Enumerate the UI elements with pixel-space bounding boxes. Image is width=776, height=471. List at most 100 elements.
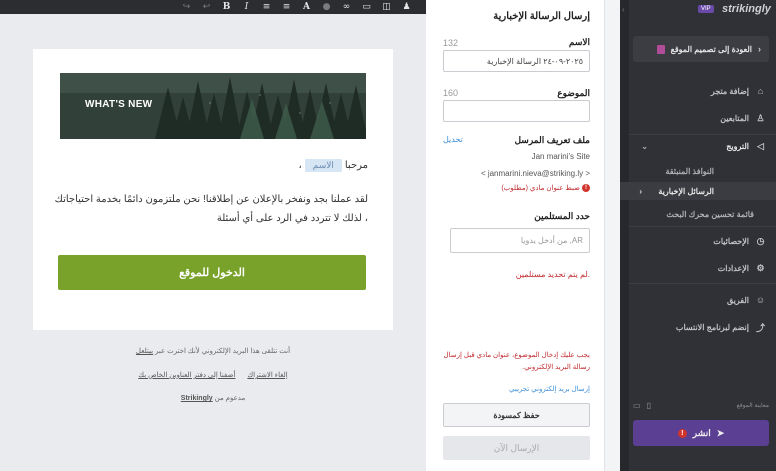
gear-icon: ⚙ xyxy=(756,262,765,273)
send-validation-error: يجب عليك إدخال الموضوع، عنوان مادي قبل إ… xyxy=(443,352,590,371)
italic-icon[interactable]: I xyxy=(241,2,252,12)
send-test-email-link[interactable]: إرسال بريد إلكتروني تجريبي xyxy=(509,385,590,393)
footer-line-3: مدعوم من Strikingly xyxy=(0,394,426,402)
recipients-label: حدد المستلمين xyxy=(534,211,590,221)
address-warning-text: ضبط عنوان مادي (مطلوب) xyxy=(501,185,580,192)
chevron-down-icon: ⌄ xyxy=(641,141,648,151)
back-button-label: العودة إلى تصميم الموقع xyxy=(670,44,752,54)
sender-profile-label: ملف تعريف المرسل xyxy=(514,135,590,145)
back-to-site-design-button[interactable]: ‹ العودة إلى تصميم الموقع xyxy=(633,36,769,62)
recipients-select[interactable]: AR, من أدخل يدويا xyxy=(450,228,590,253)
footer-reason-link[interactable]: بيتلعل xyxy=(136,348,153,355)
strikingly-link[interactable]: Strikingly xyxy=(181,395,213,402)
vip-badge: VIP xyxy=(698,5,714,13)
editor-toolbar: ↪ ↩ B I ≡ ≡ A ● ∞ ▭ ◫ ♟ xyxy=(0,0,426,14)
rocket-icon: ➤ xyxy=(716,427,725,438)
address-warning[interactable]: ! ضبط عنوان مادي (مطلوب) xyxy=(501,184,590,192)
button-icon[interactable]: ▭ xyxy=(361,2,372,12)
powered-by-text: مدعوم من xyxy=(214,395,246,402)
align-center-icon[interactable]: ≡ xyxy=(261,2,272,12)
sidebar-item-seo[interactable]: قائمة تحسين محرك البحث xyxy=(620,205,776,223)
sidebar-divider xyxy=(629,134,776,135)
alert-icon: ! xyxy=(677,428,687,438)
sidebar-item-newsletters[interactable]: ‹ الرسائل الإخبارية xyxy=(620,182,776,200)
sidebar-divider xyxy=(629,283,776,284)
panel-scrollbar[interactable] xyxy=(604,0,620,471)
preview-device-icons: ▭ ▯ xyxy=(633,401,651,410)
email-preview-area: ↪ ↩ B I ≡ ≡ A ● ∞ ▭ ◫ ♟ WHAT'S NEW مرحبا… xyxy=(0,0,426,471)
sidebar-item-add-store[interactable]: ⌂ إضافة متجر xyxy=(620,81,776,101)
person-icon[interactable]: ♟ xyxy=(401,2,412,12)
sidebar-item-label: الرسائل الإخبارية xyxy=(658,186,714,196)
greeting-line[interactable]: مرحبا الاسم ، xyxy=(298,159,368,172)
greeting-comma: ، xyxy=(298,160,302,171)
name-label: الاسم xyxy=(568,37,590,47)
sidebar-item-promotion[interactable]: ◁ الترويج ⌄ xyxy=(620,136,776,156)
sidebar-item-label: الفريق xyxy=(726,295,749,305)
body-line-1: لقد عملنا بجد ونفخر بالإعلان عن إطلاقنا!… xyxy=(54,194,368,205)
banner-image[interactable]: WHAT'S NEW xyxy=(60,73,366,139)
send-now-button[interactable]: الإرسال الآن xyxy=(443,436,590,460)
sender-name: Jan marini's Site xyxy=(531,152,590,161)
name-char-counter: 132 xyxy=(443,38,459,48)
chevron-left-icon: ‹ xyxy=(639,186,642,196)
add-address-link[interactable]: أضفنا إلى دفتر العناوين الخاص بك xyxy=(138,372,235,379)
name-input[interactable]: ٢٠٢٥-٠٩-٢٤ الرسالة الإخبارية xyxy=(443,50,590,72)
sidebar-item-label: المتابعين xyxy=(720,113,749,123)
sidebar-item-label: إنضم لبرنامج الانتساب xyxy=(675,322,749,332)
sidebar-item-team[interactable]: ☺ الفريق xyxy=(620,290,776,310)
circle-icon[interactable]: ● xyxy=(321,2,332,12)
app-window: ↪ ↩ B I ≡ ≡ A ● ∞ ▭ ◫ ♟ WHAT'S NEW مرحبا… xyxy=(0,0,776,471)
sidebar-item-label: الترويج xyxy=(726,141,749,151)
mobile-icon[interactable]: ▯ xyxy=(647,401,651,410)
followers-icon: ♙ xyxy=(756,112,765,123)
strikingly-logo: strikingly xyxy=(722,3,771,15)
sidebar-item-stats[interactable]: ◷ الإحصائيات xyxy=(620,231,776,251)
redo-icon[interactable]: ↪ xyxy=(181,2,192,12)
site-color-icon xyxy=(657,44,665,54)
visit-site-button[interactable]: الدخول للموقع xyxy=(58,255,366,290)
preview-row: ▭ ▯ معاينة الموقع xyxy=(633,398,769,412)
publish-button[interactable]: ➤ انشر ! xyxy=(633,420,769,446)
sidebar-item-label: الإحصائيات xyxy=(713,236,749,246)
site-editor-sidebar: ‹ strikingly VIP ‹ العودة إلى تصميم المو… xyxy=(620,0,776,471)
collapse-sidebar-icon[interactable]: ‹ xyxy=(622,5,625,14)
clock-icon: ◷ xyxy=(756,235,765,246)
align-left-icon[interactable]: ≡ xyxy=(281,2,292,12)
body-line-2: ، لذلك لا تتردد في الرد على أي أسئلة xyxy=(216,213,368,224)
email-body-text[interactable]: لقد عملنا بجد ونفخر بالإعلان عن إطلاقنا!… xyxy=(38,190,368,228)
subject-char-counter: 160 xyxy=(443,88,459,98)
chevron-left-icon: ‹ xyxy=(758,44,761,54)
bold-icon[interactable]: B xyxy=(221,2,232,12)
sidebar-item-affiliate[interactable]: ⤴ إنضم لبرنامج الانتساب xyxy=(620,317,776,337)
footer-line-2: إلغاء الاشتراك أضفنا إلى دفتر العناوين ا… xyxy=(0,371,426,379)
subject-input[interactable] xyxy=(443,100,590,122)
sidebar-item-label: الإعدادات xyxy=(717,263,749,273)
footer-reason-text: أنت تتلقى هذا البريد الإلكتروني لأنك اخت… xyxy=(155,348,291,355)
unsubscribe-link[interactable]: إلغاء الاشتراك xyxy=(247,372,287,379)
send-newsletter-panel: إرسال الرسالة الإخبارية الاسم 132 ٢٠٢٥-٠… xyxy=(426,0,604,471)
panel-title: إرسال الرسالة الإخبارية xyxy=(493,11,590,22)
undo-icon[interactable]: ↩ xyxy=(201,2,212,12)
warning-icon: ! xyxy=(582,184,590,192)
bucket-icon[interactable]: ◫ xyxy=(381,2,392,12)
sidebar-item-followers[interactable]: ♙ المتابعين xyxy=(620,108,776,128)
edit-sender-link[interactable]: تحديل xyxy=(443,135,463,144)
publish-label: انشر xyxy=(692,427,711,438)
recipients-error: .لم يتم تحديد مستلمين xyxy=(515,270,590,279)
link-icon[interactable]: ∞ xyxy=(341,2,352,12)
save-draft-button[interactable]: حفظ كمسودة xyxy=(443,403,590,427)
name-merge-tag[interactable]: الاسم xyxy=(304,159,342,172)
sidebar-item-settings[interactable]: ⚙ الإعدادات xyxy=(620,258,776,278)
text-color-icon[interactable]: A xyxy=(301,2,312,12)
footer-line-1: أنت تتلقى هذا البريد الإلكتروني لأنك اخت… xyxy=(0,347,426,355)
sidebar-item-label: إضافة متجر xyxy=(710,86,749,96)
desktop-icon[interactable]: ▭ xyxy=(633,401,641,410)
preview-site-label[interactable]: معاينة الموقع xyxy=(737,402,769,409)
sender-email: < janmarini.nieva@striking.ly > xyxy=(480,169,590,178)
greeting-text: مرحبا xyxy=(344,160,368,171)
banner-title[interactable]: WHAT'S NEW xyxy=(85,99,152,110)
sidebar-item-popups[interactable]: النوافذ المنبثقة xyxy=(620,162,776,180)
share-icon: ⤴ xyxy=(755,322,765,333)
megaphone-icon: ◁ xyxy=(757,140,764,151)
